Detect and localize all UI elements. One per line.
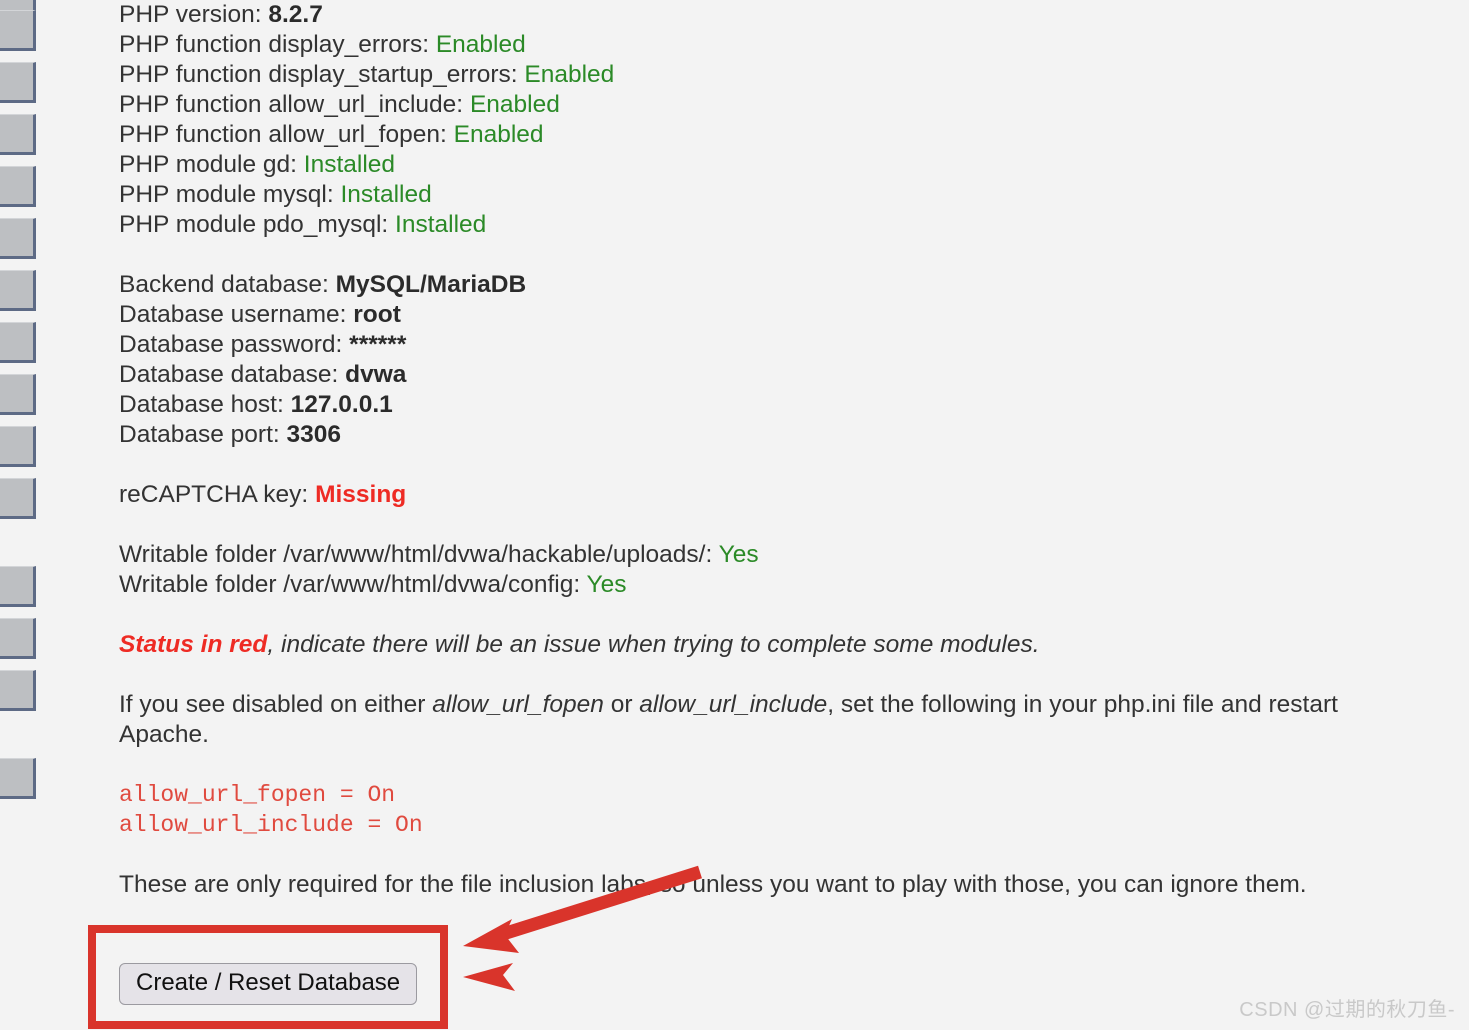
annotation-arrow-short xyxy=(463,963,515,991)
info-line-writable-config: Writable folder /var/www/html/dvwa/confi… xyxy=(119,570,1439,600)
info-line-recaptcha-key: reCAPTCHA key: Missing xyxy=(119,480,1439,510)
info-value: Enabled xyxy=(435,31,526,58)
create-reset-database-button[interactable]: Create / Reset Database xyxy=(119,963,418,1005)
info-label: PHP module gd: xyxy=(119,151,297,178)
sidebar-menu-item-10[interactable] xyxy=(0,426,36,467)
sidebar-menu-item-6[interactable] xyxy=(0,218,36,259)
sidebar-menu-item-4[interactable] xyxy=(0,114,36,155)
php-info-block: PHP version: 8.2.7 PHP function display_… xyxy=(119,0,1439,630)
info-value: Yes xyxy=(586,571,627,598)
info-line-backend-database: Backend database: MySQL/MariaDB xyxy=(119,270,1439,300)
info-value: Installed xyxy=(303,151,396,178)
csdn-watermark: CSDN @过期的秋刀鱼- xyxy=(1239,999,1455,1021)
info-value: 8.2.7 xyxy=(268,1,323,28)
ini-em-allow-url-include: allow_url_include xyxy=(639,691,828,718)
info-label: Database database: xyxy=(119,361,339,388)
info-value: dvwa xyxy=(345,361,407,388)
info-line-display-errors: PHP function display_errors: Enabled xyxy=(119,30,1439,60)
ini-code-block: allow_url_fopen = On allow_url_include =… xyxy=(119,780,1439,840)
info-label: PHP function display_startup_errors: xyxy=(119,61,518,88)
sidebar-menu-item-extra-3[interactable] xyxy=(0,670,36,711)
info-value: Installed xyxy=(340,181,432,208)
info-label: Backend database: xyxy=(119,271,329,298)
ini-em-allow-url-fopen: allow_url_fopen xyxy=(432,691,604,718)
info-label: Writable folder /var/www/html/dvwa/hacka… xyxy=(119,541,713,568)
info-line-allow-url-include: PHP function allow_url_include: Enabled xyxy=(119,90,1439,120)
info-value: Installed xyxy=(395,211,487,238)
info-label: PHP function allow_url_include: xyxy=(119,91,464,118)
info-value: Enabled xyxy=(469,91,560,118)
info-line-module-gd: PHP module gd: Installed xyxy=(119,150,1439,180)
button-area: Create / Reset Database xyxy=(119,963,418,1005)
info-label: PHP version: xyxy=(119,1,262,28)
info-label: PHP function display_errors: xyxy=(119,31,430,58)
info-value: 127.0.0.1 xyxy=(290,391,393,418)
info-line-display-startup-errors: PHP function display_startup_errors: Ena… xyxy=(119,60,1439,90)
info-line-writable-uploads: Writable folder /var/www/html/dvwa/hacka… xyxy=(119,540,1439,570)
info-line-module-mysql: PHP module mysql: Installed xyxy=(119,180,1439,210)
info-value: 3306 xyxy=(286,421,342,448)
info-label: Database port: xyxy=(119,421,280,448)
sidebar-menu-item-8[interactable] xyxy=(0,322,36,363)
code-line-allow-url-fopen: allow_url_fopen = On xyxy=(119,782,396,808)
info-label: reCAPTCHA key: xyxy=(119,481,309,508)
info-label: Writable folder /var/www/html/dvwa/confi… xyxy=(119,571,581,598)
sidebar xyxy=(0,0,40,1030)
info-value: Enabled xyxy=(453,121,544,148)
sidebar-menu-item-extra-2[interactable] xyxy=(0,618,36,659)
ini-text-mid: or xyxy=(603,691,640,718)
sidebar-menu-item-3[interactable] xyxy=(0,62,36,103)
setup-content: PHP version: 8.2.7 PHP function display_… xyxy=(119,0,1439,900)
info-line-db-database: Database database: dvwa xyxy=(119,360,1439,390)
info-value: Yes xyxy=(718,541,759,568)
sidebar-menu-item-9[interactable] xyxy=(0,374,36,415)
info-label: PHP module mysql: xyxy=(119,181,334,208)
info-line-db-host: Database host: 127.0.0.1 xyxy=(119,390,1439,420)
info-value: ****** xyxy=(349,331,407,358)
sidebar-menu-item-extra-4[interactable] xyxy=(0,758,36,799)
info-line-db-port: Database port: 3306 xyxy=(119,420,1439,450)
status-red-note: Status in red, indicate there will be an… xyxy=(119,630,1439,660)
sidebar-menu-item-5[interactable] xyxy=(0,166,36,207)
info-value: Enabled xyxy=(524,61,615,88)
info-line-db-username: Database username: root xyxy=(119,300,1439,330)
info-label: Database username: xyxy=(119,301,347,328)
info-line-module-pdo-mysql: PHP module pdo_mysql: Installed xyxy=(119,210,1439,240)
info-label: Database host: xyxy=(119,391,284,418)
code-line-allow-url-include: allow_url_include = On xyxy=(119,812,423,838)
sidebar-menu-item-2[interactable] xyxy=(0,10,36,51)
info-line-allow-url-fopen: PHP function allow_url_fopen: Enabled xyxy=(119,120,1439,150)
ini-text-pre: If you see disabled on either xyxy=(119,691,433,718)
php-ini-instructions: If you see disabled on either allow_url_… xyxy=(119,690,1419,750)
info-value: root xyxy=(353,301,401,328)
status-red-lead: Status in red xyxy=(119,631,268,658)
status-red-rest: , indicate there will be an issue when t… xyxy=(267,631,1040,658)
closing-note: These are only required for the file inc… xyxy=(119,871,1307,898)
sidebar-menu-item-extra-1[interactable] xyxy=(0,566,36,607)
info-line-db-password: Database password: ****** xyxy=(119,330,1439,360)
info-label: PHP function allow_url_fopen: xyxy=(119,121,447,148)
info-value: MySQL/MariaDB xyxy=(335,271,527,298)
status-badge: Missing xyxy=(315,481,407,508)
info-label: Database password: xyxy=(119,331,343,358)
sidebar-menu-item-11[interactable] xyxy=(0,478,36,519)
info-label: PHP module pdo_mysql: xyxy=(119,211,389,238)
sidebar-menu-item-7[interactable] xyxy=(0,270,36,311)
info-line-php-version: PHP version: 8.2.7 xyxy=(119,0,1439,30)
